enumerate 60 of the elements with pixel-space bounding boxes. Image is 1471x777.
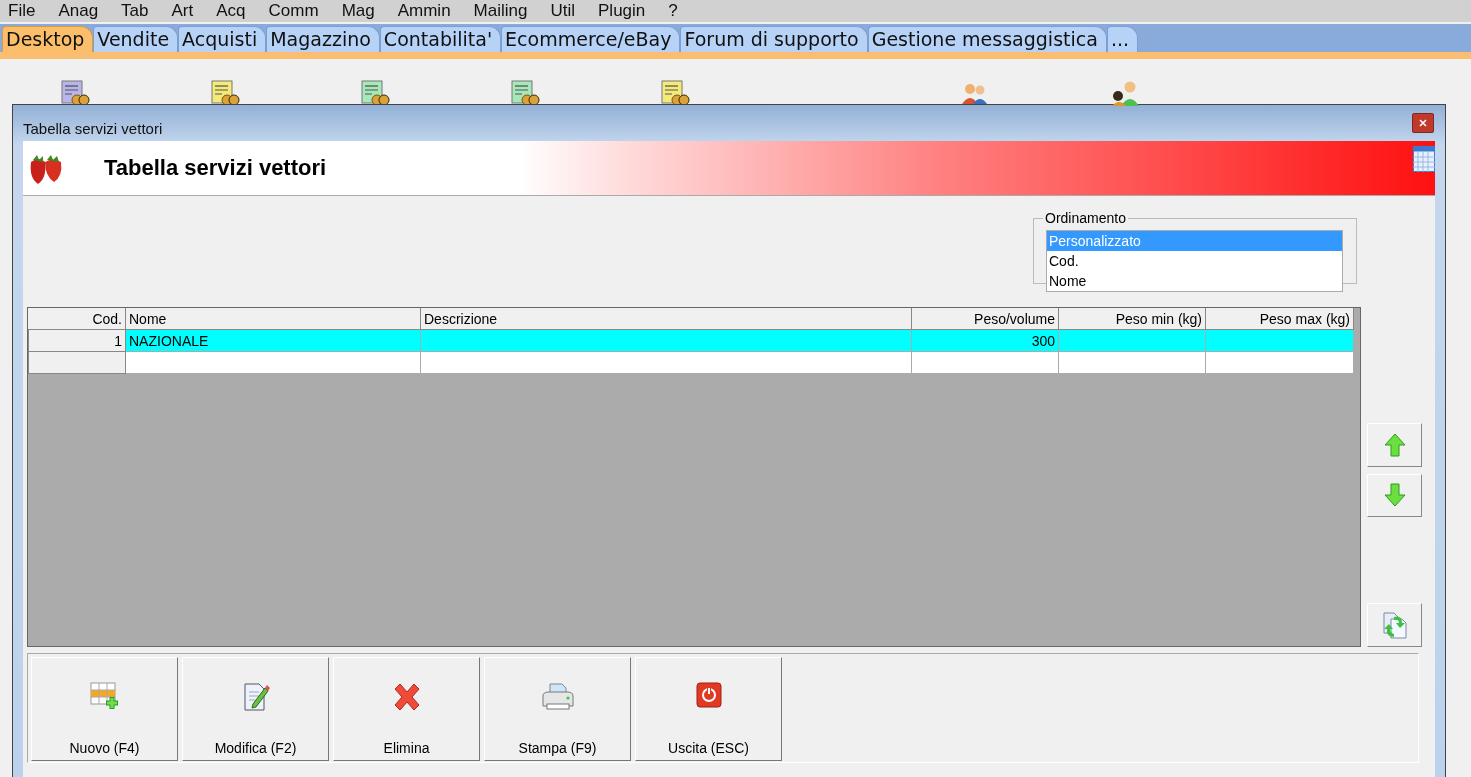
menu-item[interactable]: Ammin xyxy=(389,1,459,21)
menu-item[interactable]: Tab xyxy=(113,1,157,21)
menu-item[interactable]: Anag xyxy=(50,1,107,21)
tab[interactable]: Magazzino xyxy=(266,26,380,52)
calendar-icon[interactable] xyxy=(1413,146,1435,172)
column-header[interactable]: Peso max (kg) xyxy=(1206,308,1354,330)
table-row[interactable]: 1 NAZIONALE 300 xyxy=(28,330,1360,352)
tab[interactable]: ... xyxy=(1106,26,1138,52)
tab[interactable]: Vendite xyxy=(93,26,179,52)
menu-item[interactable]: Comm xyxy=(260,1,327,21)
menu-item[interactable]: Acq xyxy=(208,1,254,21)
row-header: 1 xyxy=(28,330,126,352)
document-coins-icon[interactable] xyxy=(210,80,240,104)
refresh-button[interactable] xyxy=(1367,603,1422,647)
column-header[interactable]: Nome xyxy=(126,308,421,330)
column-header[interactable]: Peso min (kg) xyxy=(1059,308,1206,330)
move-down-button[interactable] xyxy=(1367,473,1422,518)
toolbar-button[interactable]: Modifica (F2) xyxy=(182,657,329,761)
down-arrow-icon xyxy=(1383,483,1406,508)
ordering-list[interactable]: Personalizzato Cod. Nome xyxy=(1046,230,1343,292)
list-option[interactable]: Nome xyxy=(1047,271,1342,291)
people-icon[interactable] xyxy=(1110,80,1142,106)
table-cell: NAZIONALE xyxy=(126,330,421,352)
up-arrow-icon xyxy=(1383,432,1406,457)
group-label: Ordinamento xyxy=(1044,210,1127,226)
tab[interactable]: Desktop xyxy=(2,26,94,52)
close-button[interactable] xyxy=(1412,113,1434,133)
document-coins-icon[interactable] xyxy=(60,80,90,104)
table-cell: 300 xyxy=(912,330,1059,352)
menu-item[interactable]: Mailing xyxy=(465,1,536,21)
document-coins-icon[interactable] xyxy=(660,80,690,104)
list-option[interactable]: Cod. xyxy=(1047,251,1342,271)
menu-item[interactable]: Plugin xyxy=(590,1,654,21)
menu-item[interactable]: Mag xyxy=(333,1,383,21)
column-header[interactable]: Descrizione xyxy=(421,308,912,330)
tab[interactable]: Forum di supporto xyxy=(680,26,868,52)
header-title: Tabella servizi vettori xyxy=(104,155,327,181)
tab[interactable]: Ecommerce/eBay xyxy=(501,26,681,52)
tab[interactable]: Acquisti xyxy=(178,26,267,52)
tab[interactable]: Contabilita' xyxy=(379,26,502,52)
toolbar-button[interactable]: Elimina xyxy=(333,657,480,761)
toolbar-button[interactable]: Uscita (ESC) xyxy=(635,657,782,761)
column-header[interactable]: Peso/volume xyxy=(912,308,1059,330)
power-icon xyxy=(695,682,722,708)
document-refresh-icon xyxy=(1381,611,1408,640)
toolbar-button[interactable]: Nuovo (F4) xyxy=(31,657,178,761)
menu-item[interactable]: Art xyxy=(163,1,202,21)
menu-item[interactable]: File xyxy=(0,1,44,21)
menu-item[interactable]: ? xyxy=(660,1,686,21)
move-up-button[interactable] xyxy=(1367,423,1422,467)
close-icon xyxy=(1419,119,1427,127)
printer-icon xyxy=(540,682,575,712)
window-title: Tabella servizi vettori xyxy=(23,120,163,137)
table-add-icon xyxy=(89,682,120,710)
tab[interactable]: Gestione messaggistica xyxy=(867,26,1107,52)
column-header[interactable]: Cod. xyxy=(28,308,126,330)
menu-item[interactable]: Util xyxy=(542,1,584,21)
toolbar-button[interactable]: Stampa (F9) xyxy=(484,657,631,761)
document-coins-icon[interactable] xyxy=(510,80,540,104)
document-coins-icon[interactable] xyxy=(360,80,390,104)
